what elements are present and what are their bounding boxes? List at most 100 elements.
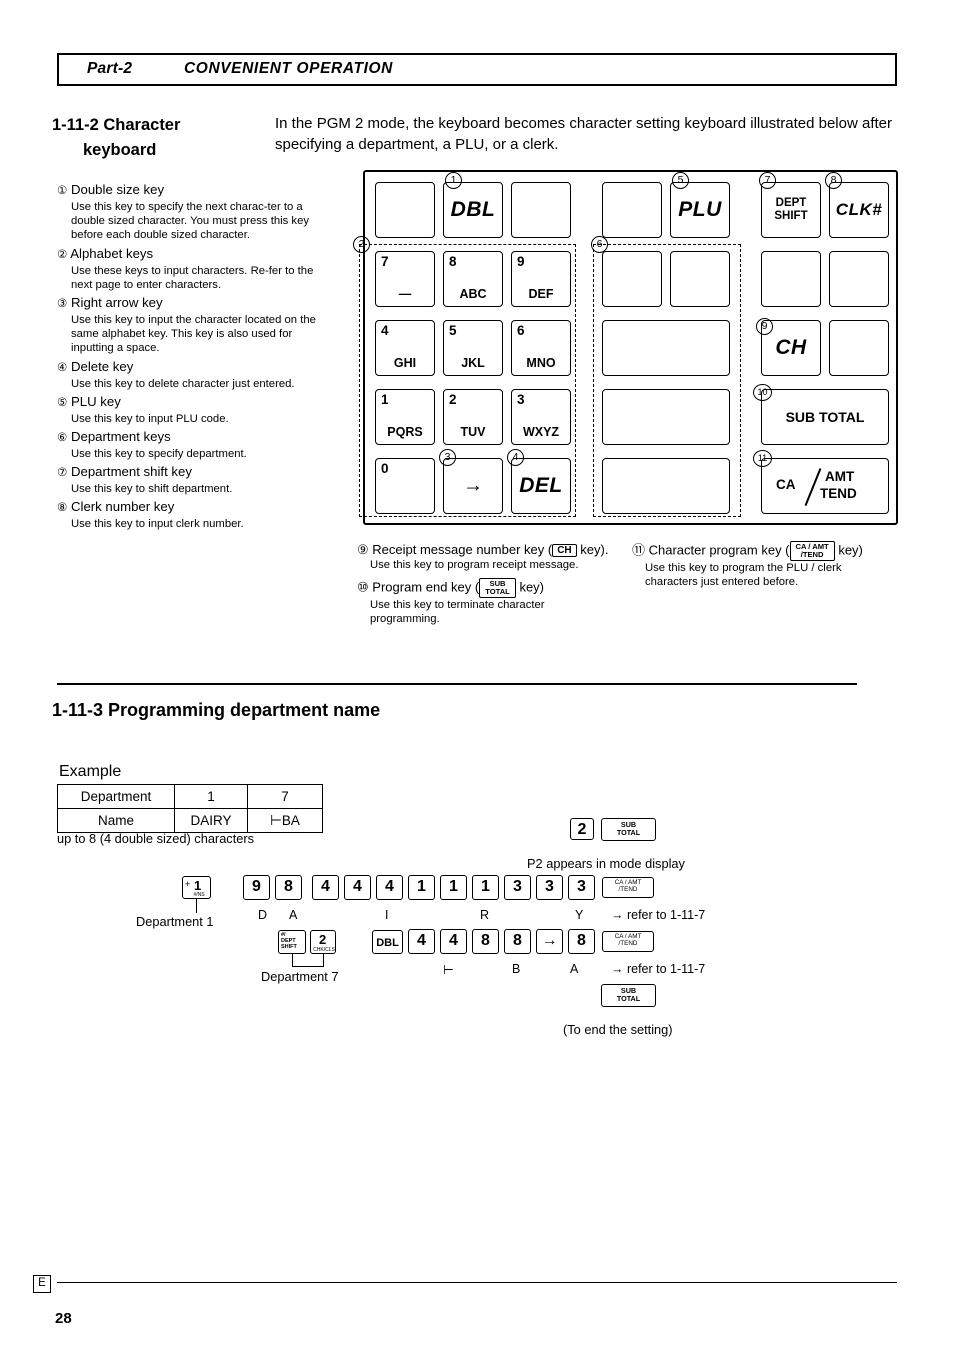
legend-desc-7: Use this key to shift department.: [71, 483, 233, 496]
key-7[interactable]: 7 —: [375, 251, 435, 307]
cell-name-label: Name: [57, 808, 175, 833]
legend-desc-5: Use this key to input PLU code.: [71, 412, 229, 425]
seq-key-dept-7[interactable]: 2 CHK/CLS: [310, 930, 336, 954]
legend-bottom-left: ⑨ Receipt message number key (CH key). U…: [357, 541, 612, 627]
key-dept-r4[interactable]: [602, 389, 730, 445]
seq-key-r1-5[interactable]: 4: [376, 875, 403, 900]
key-clk-number[interactable]: CLK#: [829, 182, 889, 238]
key-amt-label: AMT: [825, 469, 855, 484]
legend-desc-4: Use this key to delete character just en…: [71, 377, 295, 390]
key-0[interactable]: 0: [375, 458, 435, 514]
key-dept-shift[interactable]: DEPT SHIFT: [761, 182, 821, 238]
callout-6: 6: [591, 236, 608, 253]
seq-key-r2-arrow[interactable]: →: [536, 929, 563, 954]
footer-rule: [57, 1282, 897, 1283]
key-9-num: 9: [517, 254, 525, 269]
legend-item-10: ⑩ Program end key (SUB TOTAL key) Use thi…: [357, 578, 612, 626]
seq-key-r2-6[interactable]: 8: [568, 929, 595, 954]
seq-key-r1-10[interactable]: 3: [536, 875, 563, 900]
legend-item-3: ③ Right arrow key Use this key to input …: [57, 294, 337, 356]
key-blank-r2c6[interactable]: [829, 251, 889, 307]
mode-display-note: P2 appears in mode display: [527, 856, 685, 871]
seq-key-r1-11[interactable]: 3: [568, 875, 595, 900]
legend-desc-10: Use this key to terminate character prog…: [370, 599, 545, 626]
key-right-arrow-label: →: [463, 474, 483, 497]
seq-key-r1-2[interactable]: 8: [275, 875, 302, 900]
seq-key-dept-1-num: 1: [194, 878, 202, 893]
key-dept-r2c2[interactable]: [670, 251, 730, 307]
key-1[interactable]: 1 PQRS: [375, 389, 435, 445]
header-title: CONVENIENT OPERATION: [184, 60, 393, 77]
callout-10: 10: [753, 384, 772, 401]
cell-department-1: 1: [174, 784, 248, 809]
key-blank-r1c4[interactable]: [602, 182, 662, 238]
key-8-sub: ABC: [459, 287, 487, 301]
legend-item-7: ⑦ Department shift key Use this key to s…: [57, 463, 337, 496]
section-1-11-2-intro: In the PGM 2 mode, the keyboard becomes …: [275, 115, 892, 153]
letter-r1-R: R: [480, 908, 490, 922]
key-del[interactable]: DEL: [511, 458, 571, 514]
seq-key-dept-shift[interactable]: #/ DEPT SHIFT: [278, 930, 306, 954]
key-6[interactable]: 6 MNO: [511, 320, 571, 376]
seq-key-mode-2[interactable]: 2: [570, 818, 594, 840]
key-slash: [804, 468, 821, 506]
key-4[interactable]: 4 GHI: [375, 320, 435, 376]
legend-label-7: Department shift key: [70, 464, 192, 480]
key-dbl[interactable]: DBL: [443, 182, 503, 238]
key-8[interactable]: 8 ABC: [443, 251, 503, 307]
key-plu-label: PLU: [678, 198, 722, 221]
seq-key-r2-2[interactable]: 4: [440, 929, 467, 954]
legend-desc-11: Use this key to program the PLU / clerk …: [645, 562, 842, 589]
callout-7: 7: [759, 172, 776, 189]
key-6-sub: MNO: [526, 356, 556, 370]
callout-11: 11: [753, 450, 772, 467]
key-blank-r1c1[interactable]: [375, 182, 435, 238]
key-4-num: 4: [381, 323, 389, 338]
seq-key-r1-8[interactable]: 1: [472, 875, 499, 900]
seq-key-r1-9[interactable]: 3: [504, 875, 531, 900]
key-dept-r2c1[interactable]: [602, 251, 662, 307]
seq-key-r1-3[interactable]: 4: [312, 875, 339, 900]
key-ca-amt-tend[interactable]: CA AMT TEND: [761, 458, 889, 514]
key-7-num: 7: [381, 254, 389, 269]
end-setting-note: (To end the setting): [563, 1022, 673, 1037]
seq-key-sub-total-mode[interactable]: SUB TOTAL: [601, 818, 656, 841]
key-5[interactable]: 5 JKL: [443, 320, 503, 376]
key-blank-r3c6[interactable]: [829, 320, 889, 376]
key-3-num: 3: [517, 392, 525, 407]
letter-r1-I: I: [385, 908, 389, 922]
seq-key-r2-1[interactable]: 4: [408, 929, 435, 954]
seq-key-r2-ca-amt-tend[interactable]: CA / AMT /TEND: [602, 931, 654, 952]
key-sub-total[interactable]: SUB TOTAL: [761, 389, 889, 445]
key-dept-r3[interactable]: [602, 320, 730, 376]
page-header: Part-2 CONVENIENT OPERATION: [57, 53, 897, 86]
key-9[interactable]: 9 DEF: [511, 251, 571, 307]
edition-mark: E: [33, 1275, 51, 1293]
seq-key-r2-3[interactable]: 8: [472, 929, 499, 954]
department-1-label: Department 1: [136, 914, 214, 929]
seq-key-r1-7[interactable]: 1: [440, 875, 467, 900]
seq-key-end-sub-total[interactable]: SUB TOTAL: [601, 984, 656, 1007]
key-dbl-label: DBL: [450, 198, 496, 221]
seq-key-dbl[interactable]: DBL: [372, 930, 403, 954]
seq-key-dept-1[interactable]: 1 + #/NS: [182, 876, 211, 899]
key-dept-r5[interactable]: [602, 458, 730, 514]
seq-key-r2-4[interactable]: 8: [504, 929, 531, 954]
legend-label-11: Character program key (: [648, 542, 790, 558]
key-blank-r2c5[interactable]: [761, 251, 821, 307]
section-divider: [57, 683, 857, 685]
key-2[interactable]: 2 TUV: [443, 389, 503, 445]
seq-key-r1-4[interactable]: 4: [344, 875, 371, 900]
key-del-label: DEL: [519, 474, 563, 497]
callout-8: 8: [825, 172, 842, 189]
seq-key-r1-6[interactable]: 1: [408, 875, 435, 900]
seq-key-r1-1[interactable]: 9: [243, 875, 270, 900]
key-right-arrow[interactable]: →: [443, 458, 503, 514]
key-plu[interactable]: PLU: [670, 182, 730, 238]
seq-key-mode-2-label: 2: [577, 821, 587, 838]
key-3[interactable]: 3 WXYZ: [511, 389, 571, 445]
key-1-num: 1: [381, 392, 389, 407]
legend-item-6: ⑥ Department keys Use this key to specif…: [57, 428, 337, 461]
seq-key-r1-ca-amt-tend[interactable]: CA / AMT /TEND: [602, 877, 654, 898]
key-blank-r1c3[interactable]: [511, 182, 571, 238]
